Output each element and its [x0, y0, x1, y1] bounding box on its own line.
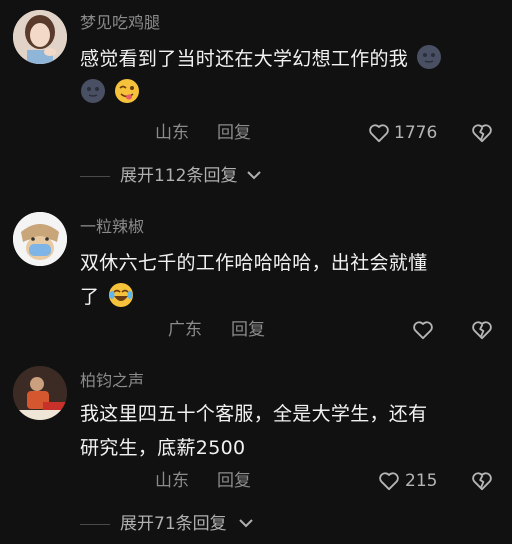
username[interactable]: 柏钧之声 — [80, 371, 144, 391]
comment-1: 梦见吃鸡腿 感觉看到了当时还在大学幻想工作的我 山东 回复 1776 展开112… — [0, 0, 512, 190]
dislike-heart-icon[interactable] — [471, 320, 493, 340]
avatar[interactable] — [13, 212, 67, 266]
heart-icon[interactable] — [412, 320, 434, 340]
dark-moon-emoji — [417, 45, 442, 69]
like-count: 215 — [405, 471, 438, 491]
reply-button[interactable]: 回复 — [217, 469, 251, 493]
comment-2: 一粒辣椒 双休六七千的工作哈哈哈哈，出社会就懂 了 广东 回复 — [0, 200, 512, 360]
expand-replies-label: 展开112条回复 — [120, 166, 238, 186]
heart-icon[interactable] — [368, 123, 390, 143]
divider-dash — [80, 176, 110, 177]
comment-text: 感觉看到了当时还在大学幻想工作的我 — [80, 42, 500, 110]
divider-dash — [80, 524, 110, 525]
avatar-image — [13, 212, 67, 266]
location-label: 广东 — [168, 320, 202, 340]
comment-text-line: 双休六七千的工作哈哈哈哈，出社会就懂 — [80, 252, 428, 274]
chevron-down-icon — [247, 171, 261, 180]
comment-text-content: 感觉看到了当时还在大学幻想工作的我 — [80, 48, 409, 70]
chevron-down-icon — [239, 519, 253, 528]
username[interactable]: 梦见吃鸡腿 — [80, 13, 160, 33]
comment-text-line: 了 — [80, 286, 100, 308]
dislike-heart-icon[interactable] — [471, 123, 493, 143]
laugh-cry-emoji — [108, 283, 133, 307]
wink-tongue-emoji — [115, 79, 140, 103]
comment-text: 我这里四五十个客服，全是大学生，还有 研究生，底薪2500 — [80, 397, 500, 465]
comment-text-line: 研究生，底薪2500 — [80, 437, 246, 459]
expand-replies-button[interactable]: 展开112条回复 — [80, 164, 300, 188]
reply-button[interactable]: 回复 — [217, 121, 251, 145]
avatar-image — [13, 10, 67, 64]
avatar-image — [13, 366, 67, 420]
expand-replies-label: 展开71条回复 — [120, 514, 227, 534]
comment-text: 双休六七千的工作哈哈哈哈，出社会就懂 了 — [80, 246, 500, 314]
reply-button[interactable]: 回复 — [231, 318, 265, 342]
avatar[interactable] — [13, 366, 67, 420]
like-count: 1776 — [394, 123, 438, 143]
comment-3: 柏钧之声 我这里四五十个客服，全是大学生，还有 研究生，底薪2500 山东 回复… — [0, 360, 512, 544]
dark-moon-emoji — [81, 79, 105, 103]
comment-text-line: 我这里四五十个客服，全是大学生，还有 — [80, 403, 428, 425]
location-label: 山东 — [155, 471, 189, 491]
dislike-heart-icon[interactable] — [471, 471, 493, 491]
comment-meta: 山东 回复 215 — [0, 469, 512, 493]
comment-meta: 广东 回复 — [0, 318, 512, 342]
expand-replies-button[interactable]: 展开71条回复 — [80, 512, 280, 536]
heart-icon[interactable] — [378, 471, 400, 491]
comment-meta: 山东 回复 1776 — [0, 121, 512, 145]
username[interactable]: 一粒辣椒 — [80, 217, 144, 237]
avatar[interactable] — [13, 10, 67, 64]
location-label: 山东 — [155, 123, 189, 143]
